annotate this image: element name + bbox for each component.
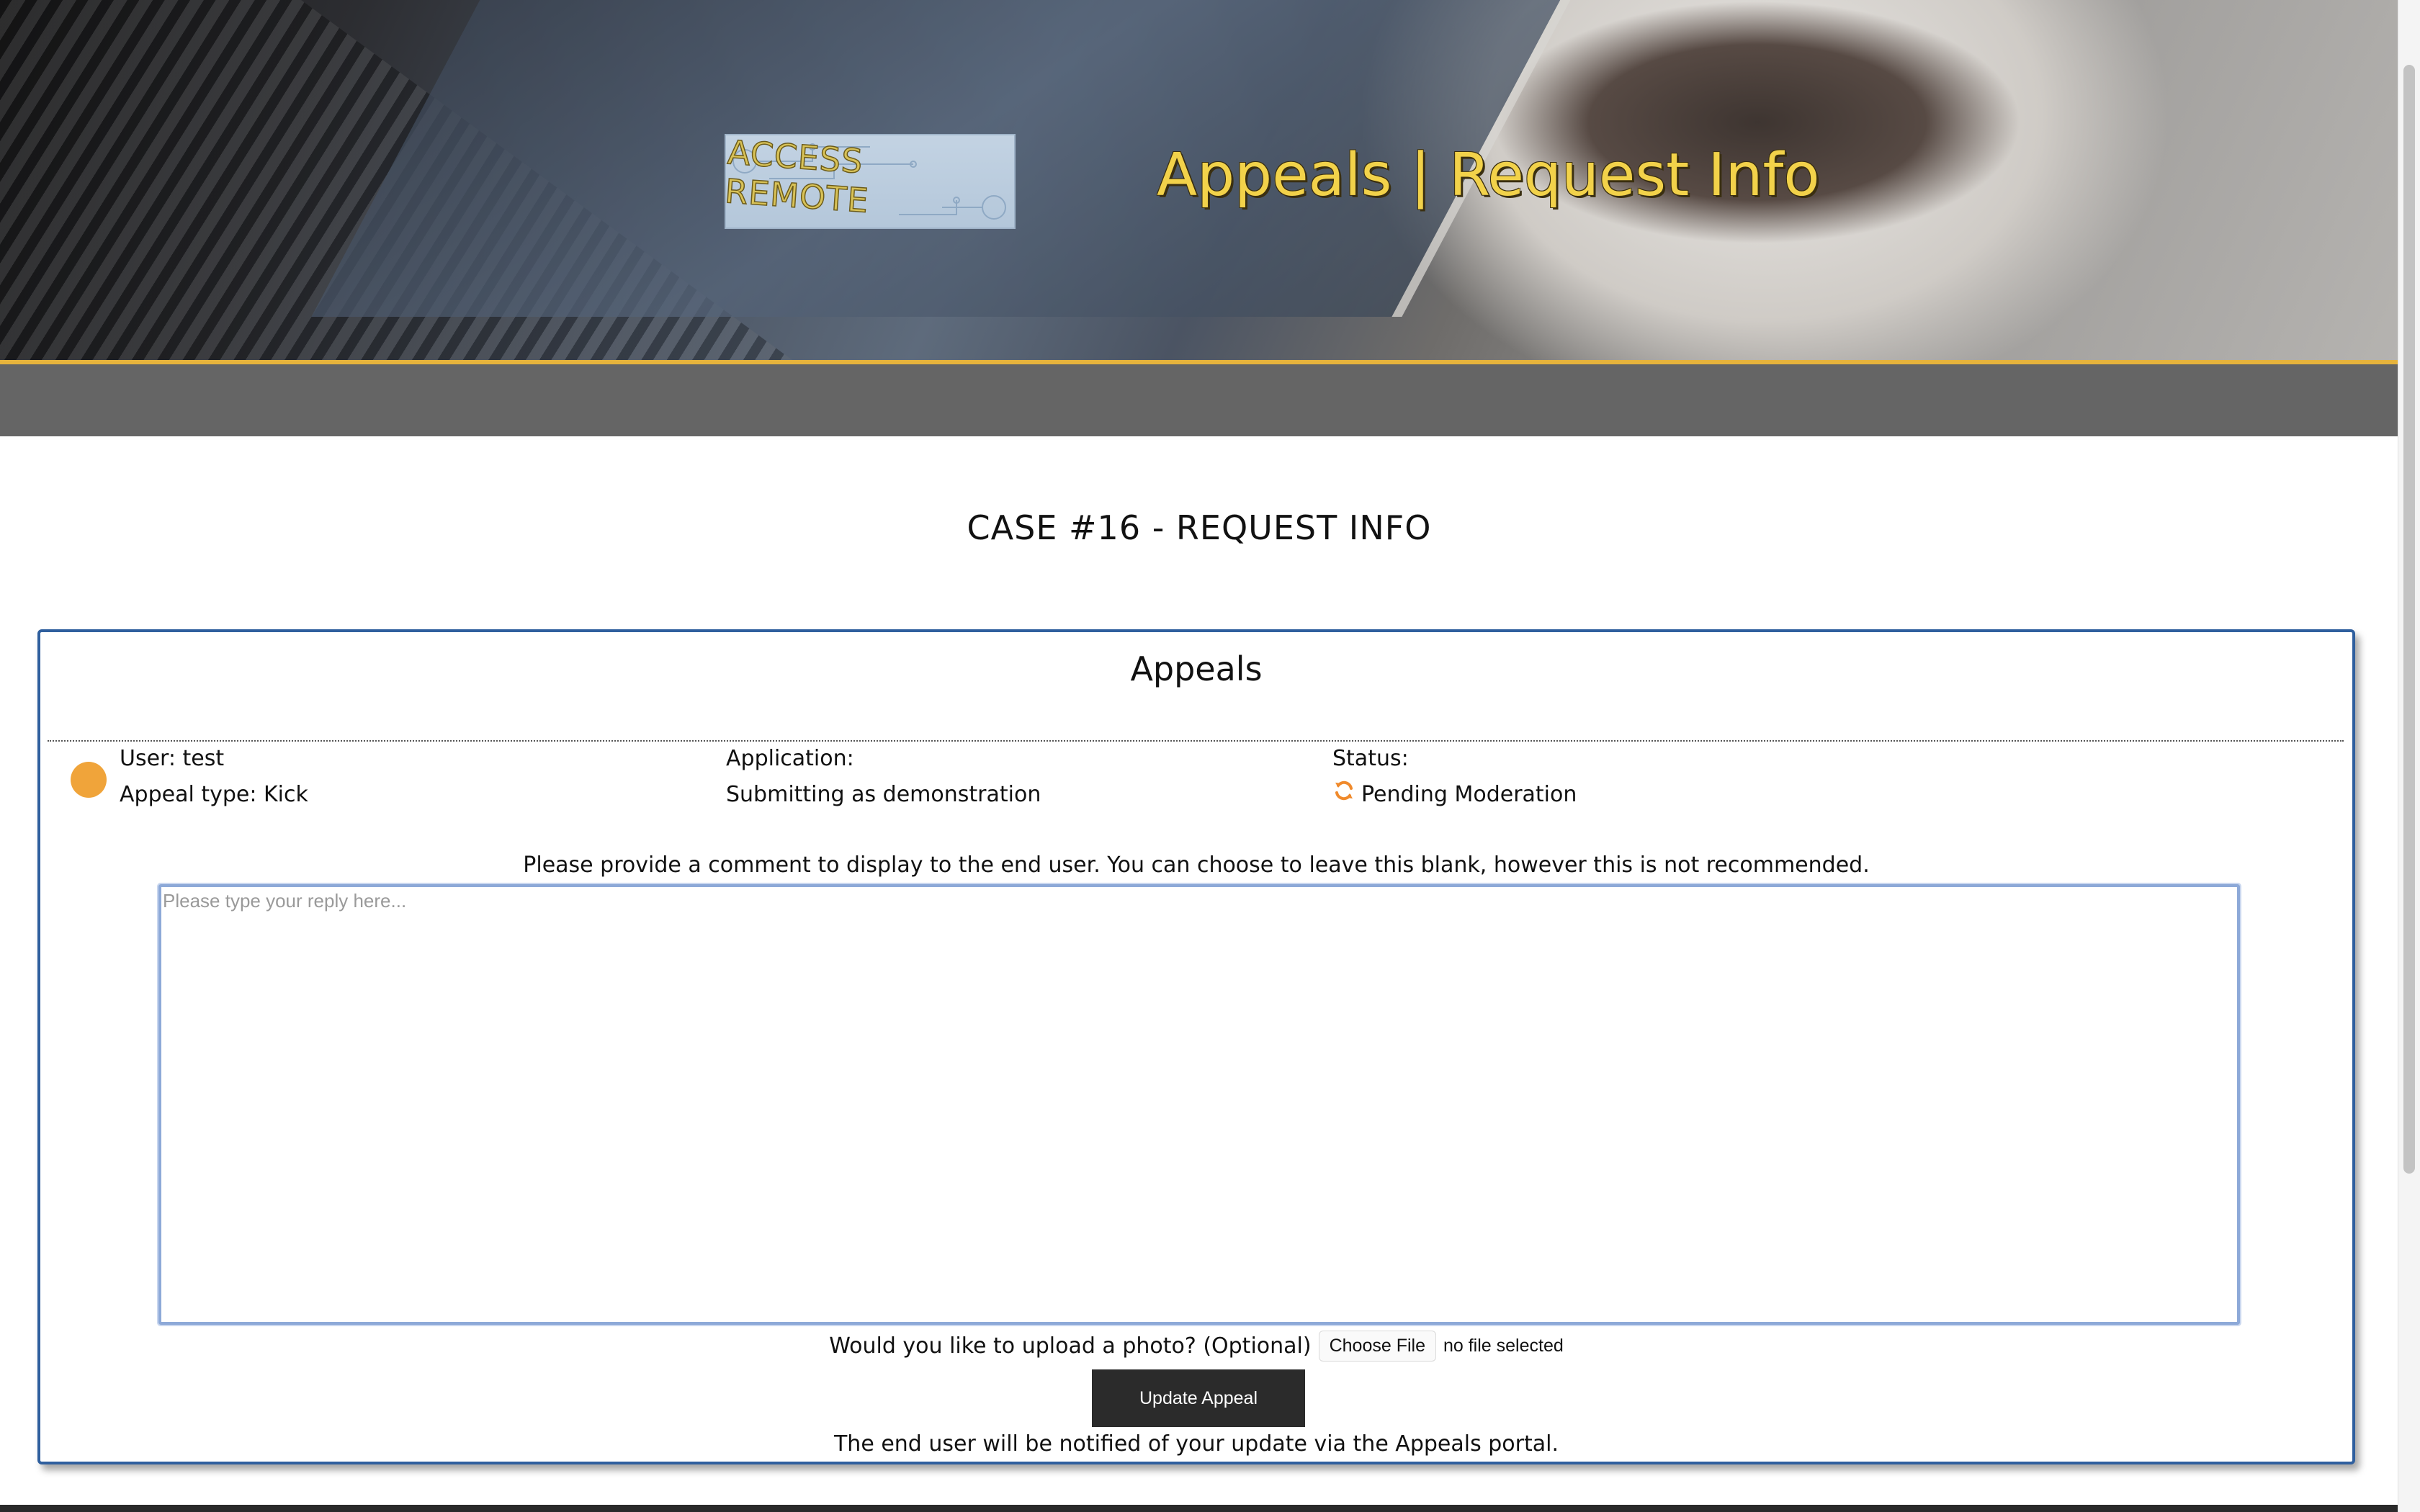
panel-title: Appeals (1130, 649, 1263, 688)
application-value: Submitting as demonstration (726, 782, 1041, 807)
footnote-text: The end user will be notified of your up… (833, 1431, 1559, 1457)
status-label: Status: (1332, 746, 1409, 771)
nav-bar (0, 364, 2398, 436)
site-logo[interactable]: ACCESS REMOTE (725, 134, 1016, 229)
status-dot (71, 762, 107, 798)
page-title: CASE #16 - REQUEST INFO (967, 508, 1432, 547)
upload-label: Would you like to upload a photo? (Optio… (829, 1333, 1312, 1359)
header-title: Appeals | Request Info (1157, 141, 1820, 210)
appeal-panel: Appeals User: test Appeal type: Kick App… (37, 629, 2355, 1464)
status-value: Pending Moderation (1361, 782, 1577, 807)
application-label: Application: (726, 746, 854, 771)
appeal-type-label: Appeal type: Kick (120, 782, 308, 807)
panel-divider (48, 740, 2344, 742)
user-label: User: test (120, 746, 225, 771)
page: ACCESS REMOTE Appeals | Request Info CAS… (0, 0, 2420, 1512)
instruction-text: Please provide a comment to display to t… (523, 852, 1870, 878)
scrollbar-thumb[interactable] (2403, 65, 2415, 1174)
page-scrollbar[interactable] (2398, 0, 2420, 1512)
no-file-text: no file selected (1443, 1336, 1564, 1356)
header-banner: ACCESS REMOTE Appeals | Request Info (0, 0, 2398, 364)
upload-row: Would you like to upload a photo? (Optio… (40, 1331, 2352, 1362)
choose-file-button[interactable]: Choose File (1318, 1331, 1436, 1362)
reply-textarea[interactable] (157, 883, 2241, 1326)
footer-bar (0, 1505, 2398, 1512)
refresh-icon (1335, 780, 1353, 801)
update-appeal-button[interactable]: Update Appeal (1092, 1369, 1305, 1427)
